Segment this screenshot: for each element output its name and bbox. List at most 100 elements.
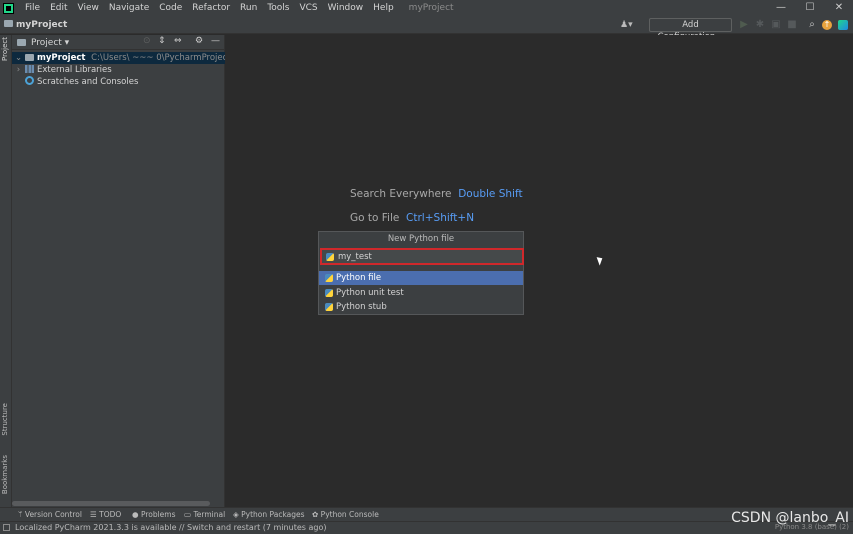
option-python-unit-test[interactable]: Python unit test bbox=[319, 286, 523, 300]
collapse-all-icon[interactable]: ⇔ bbox=[174, 36, 182, 46]
project-panel-header: Project ▾ ⊙ ⇕ ⇔ ⚙ — bbox=[12, 35, 225, 50]
option-python-file[interactable]: Python file bbox=[319, 271, 523, 285]
run-icon[interactable]: ▶ bbox=[738, 19, 750, 31]
hint-label: Search Everywhere bbox=[350, 188, 452, 200]
folder-icon bbox=[4, 20, 13, 27]
navigation-bar: myProject ♟▾ Add Configuration... ▶ ✱ ▣ … bbox=[0, 16, 853, 42]
project-panel: Project ▾ ⊙ ⇕ ⇔ ⚙ — ⌄ myProject C:\Users\… bbox=[12, 35, 225, 507]
packages-icon: ◈ bbox=[233, 510, 242, 519]
tool-window-project[interactable]: Project bbox=[1, 37, 9, 61]
tab-label: Python Console bbox=[320, 510, 379, 519]
tab-python-packages[interactable]: ◈ Python Packages bbox=[233, 508, 305, 522]
chevron-right-icon: › bbox=[16, 65, 21, 75]
problems-icon: ● bbox=[132, 510, 141, 519]
option-label: Python stub bbox=[336, 302, 387, 312]
status-toggle-icon[interactable] bbox=[3, 524, 10, 531]
project-view-label: Project bbox=[31, 38, 62, 48]
menu-navigate[interactable]: Navigate bbox=[104, 0, 154, 16]
run-config-dropdown-icon[interactable]: ♟▾ bbox=[620, 19, 636, 31]
tree-item-path: C:\Users\ ~~~ 0\PycharmProjects\myProj bbox=[91, 53, 225, 63]
status-message[interactable]: Localized PyCharm 2021.3.3 is available … bbox=[15, 522, 326, 534]
tree-item-label: myProject bbox=[37, 53, 86, 63]
status-bar: Localized PyCharm 2021.3.3 is available … bbox=[0, 521, 853, 534]
tab-label: Version Control bbox=[24, 510, 82, 519]
breadcrumb-project[interactable]: myProject bbox=[16, 18, 67, 32]
option-label: Python file bbox=[336, 273, 382, 283]
new-python-file-popup: New Python file Python file Python unit … bbox=[318, 231, 524, 315]
tree-item-external-libraries[interactable]: › External Libraries bbox=[12, 64, 225, 76]
chevron-down-icon: ▾ bbox=[64, 38, 70, 48]
tool-window-bookmarks[interactable]: Bookmarks bbox=[1, 455, 9, 494]
menu-help[interactable]: Help bbox=[368, 0, 399, 16]
python-file-icon bbox=[325, 274, 333, 282]
left-tool-strip: Project Structure Bookmarks bbox=[0, 35, 12, 507]
popup-title: New Python file bbox=[319, 232, 523, 247]
option-python-stub[interactable]: Python stub bbox=[319, 300, 523, 314]
menu-refactor[interactable]: Refactor bbox=[187, 0, 235, 16]
file-name-field[interactable] bbox=[320, 248, 524, 265]
update-icon[interactable]: ↑ bbox=[822, 20, 832, 30]
tab-label: Terminal bbox=[193, 510, 226, 519]
python-file-icon bbox=[326, 253, 334, 261]
add-configuration-button[interactable]: Add Configuration... bbox=[649, 18, 732, 42]
chevron-down-icon: ▾ bbox=[628, 20, 633, 30]
interpreter-selector[interactable]: Python 3.8 (base) (2) bbox=[775, 523, 849, 531]
python-console-icon: ✿ bbox=[312, 510, 321, 519]
tab-label: Problems bbox=[140, 510, 176, 519]
jetbrains-toolbox-icon[interactable] bbox=[838, 20, 848, 30]
gear-icon[interactable]: ⚙ bbox=[195, 36, 203, 46]
maximize-button[interactable]: ☐ bbox=[796, 0, 824, 16]
python-stub-icon bbox=[325, 303, 333, 311]
debug-icon[interactable]: ✱ bbox=[754, 19, 766, 31]
coverage-icon[interactable]: ▣ bbox=[770, 19, 782, 31]
tree-item-scratches[interactable]: Scratches and Consoles bbox=[12, 76, 225, 88]
hint-label: Go to File bbox=[350, 212, 400, 224]
tool-window-structure[interactable]: Structure bbox=[1, 403, 9, 436]
search-icon[interactable]: ⌕ bbox=[806, 19, 818, 31]
menu-window[interactable]: Window bbox=[323, 0, 369, 16]
folder-icon bbox=[17, 39, 26, 46]
close-window-button[interactable]: ✕ bbox=[825, 0, 853, 16]
menu-view[interactable]: View bbox=[73, 0, 104, 16]
tab-python-console[interactable]: ✿ Python Console bbox=[312, 508, 379, 522]
menu-run[interactable]: Run bbox=[235, 0, 262, 16]
tab-label: Python Packages bbox=[241, 510, 305, 519]
list-icon: ☰ bbox=[90, 510, 100, 519]
menu-vcs[interactable]: VCS bbox=[294, 0, 322, 16]
tab-version-control[interactable]: ᛘ Version Control bbox=[18, 508, 82, 522]
menu-code[interactable]: Code bbox=[154, 0, 187, 16]
hint-shortcut: Ctrl+Shift+N bbox=[406, 212, 475, 224]
project-view-selector[interactable]: Project ▾ bbox=[31, 37, 69, 49]
folder-icon bbox=[25, 54, 34, 61]
go-to-file-hint: Go to File Ctrl+Shift+N bbox=[350, 212, 474, 224]
horizontal-scrollbar[interactable] bbox=[12, 501, 210, 506]
tab-terminal[interactable]: ▭ Terminal bbox=[184, 508, 225, 522]
expand-all-icon[interactable]: ⇕ bbox=[158, 36, 166, 46]
tree-item-label: External Libraries bbox=[37, 65, 112, 75]
python-test-icon bbox=[325, 289, 333, 297]
menu-edit[interactable]: Edit bbox=[45, 0, 72, 16]
hide-panel-icon[interactable]: — bbox=[211, 36, 220, 46]
stop-icon[interactable]: ■ bbox=[786, 19, 798, 31]
menu-bar: File Edit View Navigate Code Refactor Ru… bbox=[0, 0, 853, 16]
menu-file[interactable]: File bbox=[20, 0, 45, 16]
option-label: Python unit test bbox=[336, 288, 404, 298]
tab-todo[interactable]: ☰ TODO bbox=[90, 508, 121, 522]
chevron-down-icon: ⌄ bbox=[14, 53, 23, 63]
branch-icon: ᛘ bbox=[18, 510, 25, 519]
scratch-icon bbox=[25, 76, 34, 85]
file-name-input[interactable] bbox=[338, 251, 518, 263]
minimize-button[interactable]: — bbox=[767, 0, 795, 16]
mouse-cursor-icon bbox=[596, 255, 605, 266]
search-everywhere-hint: Search Everywhere Double Shift bbox=[350, 188, 523, 200]
window-title: myProject bbox=[408, 3, 454, 13]
tab-problems[interactable]: ● Problems bbox=[132, 508, 176, 522]
tree-item-myproject[interactable]: ⌄ myProject C:\Users\ ~~~ 0\PycharmProjec… bbox=[12, 52, 225, 64]
tree-item-label: Scratches and Consoles bbox=[37, 77, 139, 87]
locate-icon[interactable]: ⊙ bbox=[143, 36, 151, 46]
hint-shortcut: Double Shift bbox=[458, 188, 523, 200]
tab-label: TODO bbox=[99, 510, 122, 519]
pycharm-logo-icon bbox=[3, 2, 14, 14]
menu-tools[interactable]: Tools bbox=[262, 0, 294, 16]
bottom-tool-bar: ᛘ Version Control ☰ TODO ● Problems ▭ Te… bbox=[0, 507, 853, 521]
